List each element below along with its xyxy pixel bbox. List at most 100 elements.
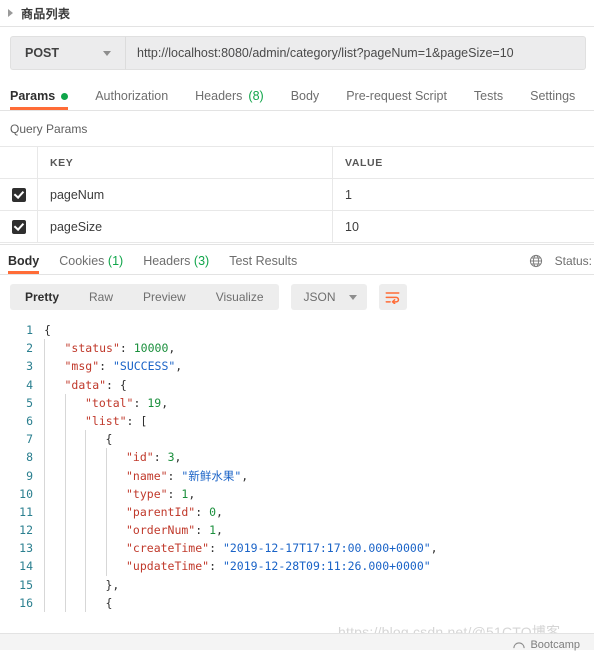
indent-guide: [65, 412, 66, 430]
code-token: : {: [106, 378, 127, 392]
code-token: "2019-12-17T17:17:00.000+0000": [223, 541, 431, 555]
code-token: 0: [209, 505, 216, 519]
code-text: {: [44, 321, 51, 339]
tab-params-label: Params: [10, 89, 55, 103]
view-mode-group: Pretty Raw Preview Visualize: [10, 284, 279, 310]
code-line: 14"updateTime": "2019-12-28T09:11:26.000…: [0, 557, 594, 575]
code-token: ,: [216, 505, 223, 519]
row-value-cell[interactable]: 1: [333, 179, 594, 211]
query-params-title: Query Params: [0, 111, 594, 146]
view-mode-preview[interactable]: Preview: [128, 284, 201, 310]
response-tab-cookies-label: Cookies: [59, 254, 104, 268]
indent-guide: [44, 430, 45, 448]
code-token: "orderNum": [126, 523, 195, 537]
code-token: ,: [161, 396, 168, 410]
indent-guide: [44, 394, 45, 412]
response-tab-cookies[interactable]: Cookies (1): [59, 254, 123, 274]
tab-headers[interactable]: Headers (8): [195, 89, 264, 110]
code-line: 12"orderNum": 1,: [0, 521, 594, 539]
url-text: http://localhost:8080/admin/category/lis…: [126, 46, 514, 60]
indent-guide: [85, 467, 86, 485]
code-text: "orderNum": 1,: [44, 521, 223, 539]
row-checkbox-cell[interactable]: [0, 179, 38, 211]
line-number: 1: [0, 321, 44, 339]
indent-guide: [65, 503, 66, 521]
code-token: ,: [168, 341, 175, 355]
request-tab-title[interactable]: 商品列表: [21, 5, 70, 22]
code-token: "status": [65, 341, 120, 355]
row-checkbox-cell[interactable]: [0, 211, 38, 243]
param-key: pageSize: [38, 220, 332, 234]
indent-guide: [85, 539, 86, 557]
indent-guide: [65, 448, 66, 466]
line-number: 7: [0, 430, 44, 448]
indent-guide: [65, 576, 66, 594]
code-token: "SUCCESS": [113, 359, 175, 373]
tab-tests[interactable]: Tests: [474, 89, 503, 110]
code-token: "total": [85, 396, 133, 410]
code-text: "updateTime": "2019-12-28T09:11:26.000+0…: [44, 557, 431, 575]
indent-guide: [85, 521, 86, 539]
row-key-cell[interactable]: pageNum: [38, 179, 333, 211]
code-line: 13"createTime": "2019-12-17T17:17:00.000…: [0, 539, 594, 557]
indent-guide: [65, 430, 66, 448]
code-line: 8"id": 3,: [0, 448, 594, 466]
indent-guide: [44, 594, 45, 612]
code-token: "新鲜水果": [181, 469, 241, 483]
indent-guide: [85, 503, 86, 521]
response-tab-headers-count: (3): [194, 254, 209, 268]
tab-body[interactable]: Body: [291, 89, 320, 110]
indent-guide: [44, 339, 45, 357]
response-body-code[interactable]: 1{2"status": 10000,3"msg": "SUCCESS",4"d…: [0, 319, 594, 612]
globe-icon[interactable]: [529, 254, 543, 268]
tab-settings[interactable]: Settings: [530, 89, 575, 110]
line-number: 16: [0, 594, 44, 612]
word-wrap-button[interactable]: [379, 284, 407, 310]
http-method-selector[interactable]: POST: [10, 36, 125, 70]
code-token: : [: [127, 414, 148, 428]
response-tab-headers[interactable]: Headers (3): [143, 254, 209, 274]
code-token: 3: [168, 450, 175, 464]
response-tab-cookies-count: (1): [108, 254, 123, 268]
response-tab-body[interactable]: Body: [8, 254, 39, 274]
checkbox-checked-icon[interactable]: [12, 220, 26, 234]
checkbox-checked-icon[interactable]: [12, 188, 26, 202]
code-token: "name": [126, 469, 168, 483]
code-token: :: [209, 541, 223, 555]
indent-guide: [44, 576, 45, 594]
response-tab-test-results[interactable]: Test Results: [229, 254, 297, 274]
line-number: 11: [0, 503, 44, 521]
line-number: 3: [0, 357, 44, 375]
view-mode-pretty[interactable]: Pretty: [10, 284, 74, 310]
code-line: 5"total": 19,: [0, 394, 594, 412]
triangle-right-icon[interactable]: [8, 9, 13, 17]
response-format-selector[interactable]: JSON: [291, 284, 367, 310]
row-key-cell[interactable]: pageSize: [38, 211, 333, 243]
table-header-row: KEY VALUE: [0, 147, 594, 179]
request-tabs: Params Authorization Headers (8) Body Pr…: [0, 80, 594, 111]
indent-guide: [85, 448, 86, 466]
view-mode-raw[interactable]: Raw: [74, 284, 128, 310]
tab-params[interactable]: Params: [10, 89, 68, 110]
code-text: "status": 10000,: [44, 339, 175, 357]
line-number: 2: [0, 339, 44, 357]
code-token: 19: [147, 396, 161, 410]
code-token: :: [133, 396, 147, 410]
code-token: ,: [431, 541, 438, 555]
line-number: 13: [0, 539, 44, 557]
row-value-cell[interactable]: 10: [333, 211, 594, 243]
response-meta: Status:: [529, 254, 594, 268]
tab-pre-request-script[interactable]: Pre-request Script: [346, 89, 447, 110]
code-text: "id": 3,: [44, 448, 181, 466]
bootcamp-button[interactable]: Bootcamp: [513, 639, 580, 651]
http-method-label: POST: [11, 46, 103, 60]
url-input[interactable]: http://localhost:8080/admin/category/lis…: [125, 36, 586, 70]
code-line: 7{: [0, 430, 594, 448]
code-token: ,: [188, 487, 195, 501]
tab-authorization-label: Authorization: [95, 89, 168, 103]
indent-guide: [44, 521, 45, 539]
code-token: "id": [126, 450, 154, 464]
tab-authorization[interactable]: Authorization: [95, 89, 168, 110]
view-mode-visualize[interactable]: Visualize: [201, 284, 279, 310]
table-row: pageNum 1: [0, 179, 594, 211]
